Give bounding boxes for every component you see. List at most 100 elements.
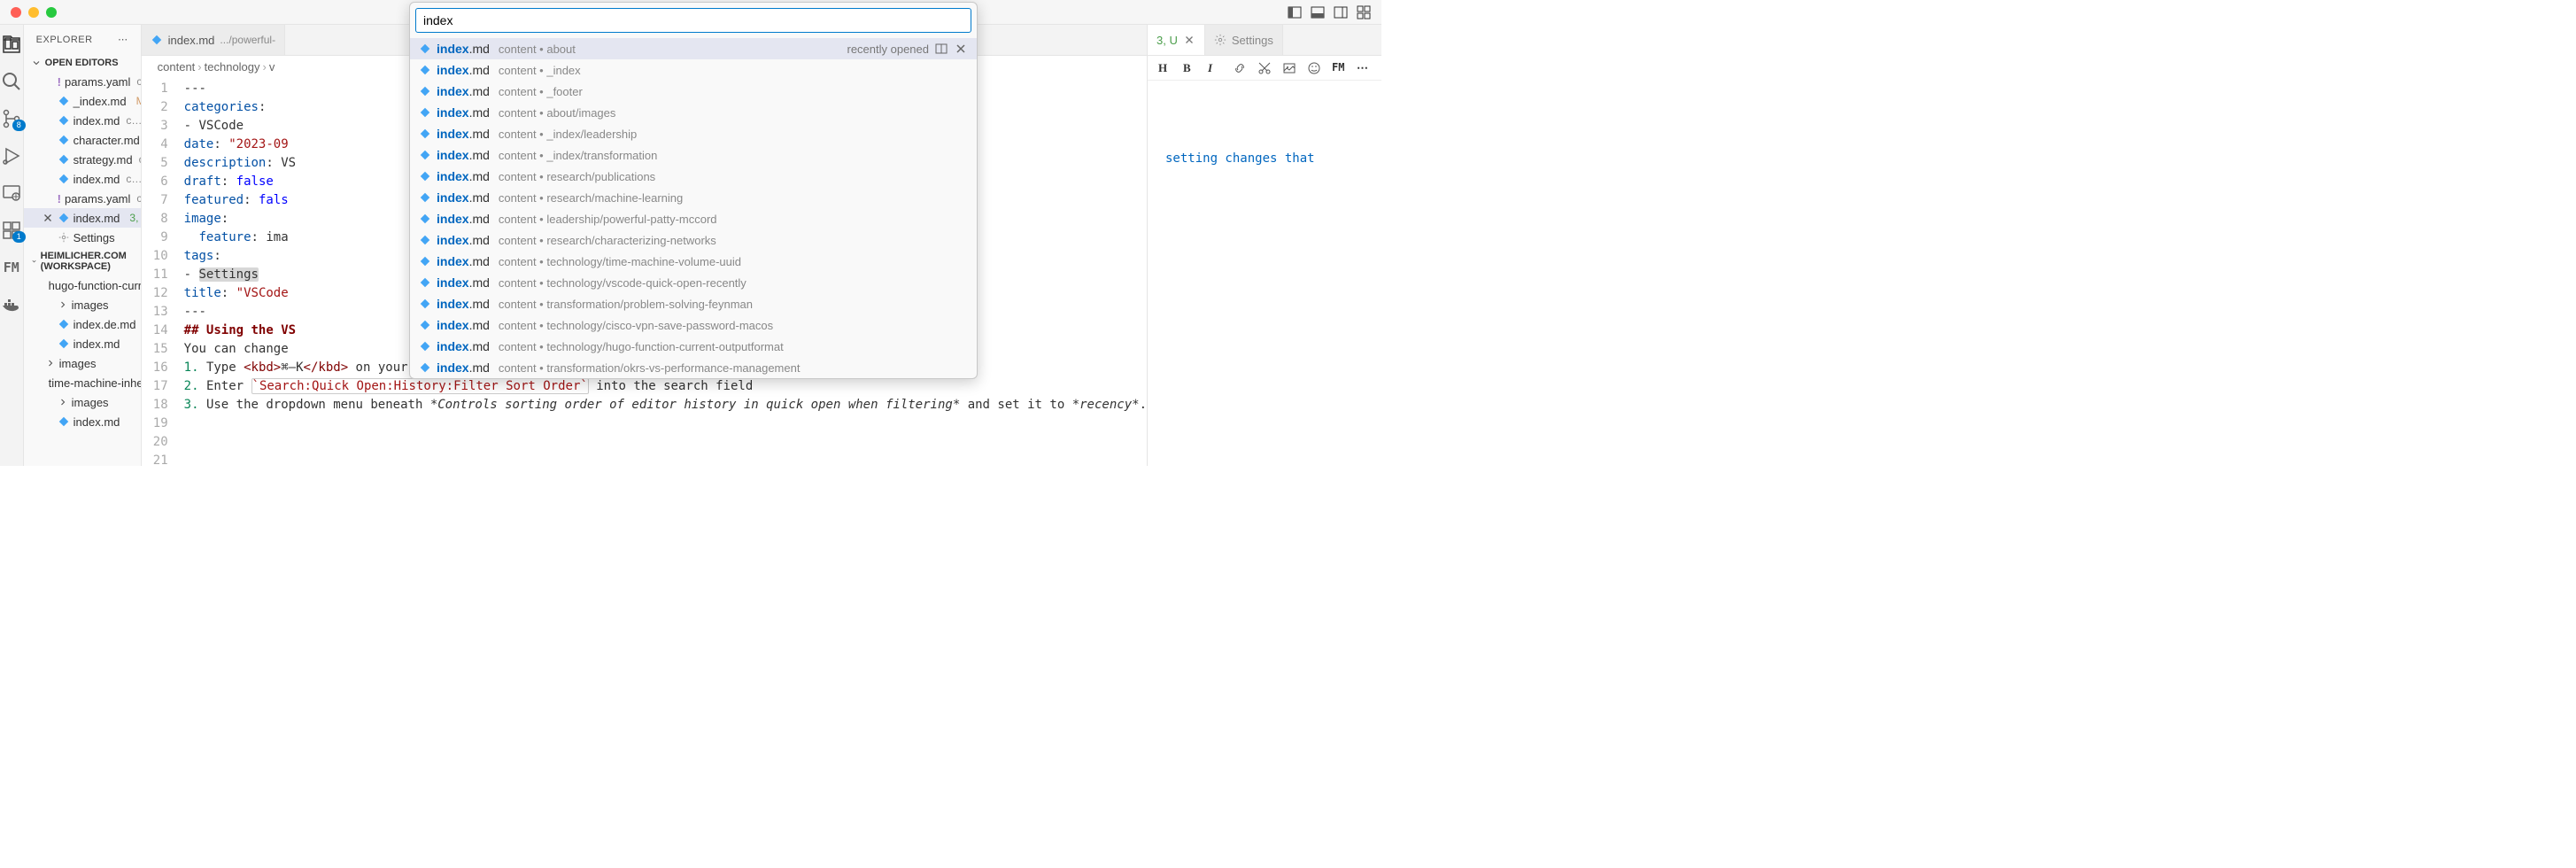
italic-icon[interactable]: I xyxy=(1208,61,1222,75)
file-name: params.yaml xyxy=(65,192,130,205)
file-name: params.yaml xyxy=(65,75,130,89)
heading-icon[interactable]: H xyxy=(1158,61,1172,75)
file-item[interactable]: index.de.md xyxy=(24,314,141,334)
open-editor-item[interactable]: ! params.yaml config • ... xyxy=(24,189,141,208)
preview-panel: 3, U Settings H B I FM ⋯ setting changes… xyxy=(1147,25,1381,466)
cut-icon[interactable] xyxy=(1257,61,1272,75)
activity-bar: 8 1 FM xyxy=(0,25,24,466)
more-actions-icon[interactable]: ⋯ xyxy=(118,34,128,45)
file-name: index.de.md xyxy=(73,318,136,331)
quick-open-path: content • leadership/powerful-patty-mcco… xyxy=(499,213,717,226)
workspace-label: HEIMLICHER.COM (WORKSPACE) xyxy=(41,251,134,272)
minimize-window-button[interactable] xyxy=(28,7,39,18)
file-name: character.md xyxy=(73,134,140,147)
workspace-header[interactable]: HEIMLICHER.COM (WORKSPACE) xyxy=(24,247,141,275)
folder-name: images xyxy=(72,298,109,312)
folder-item[interactable]: images xyxy=(24,392,141,412)
remote-activity-icon[interactable] xyxy=(1,182,22,204)
file-name: index.md xyxy=(73,114,120,128)
explorer-activity-icon[interactable] xyxy=(1,34,22,55)
file-path: config • t... xyxy=(136,75,140,88)
folder-item[interactable]: images xyxy=(24,353,141,373)
quick-open-item[interactable]: index.mdcontent • technology/hugo-functi… xyxy=(410,336,977,357)
extensions-activity-icon[interactable]: 1 xyxy=(1,220,22,241)
open-editor-item[interactable]: index.mdcontent • lea... xyxy=(24,169,141,189)
tab-filepath: .../powerful- xyxy=(220,34,275,46)
file-item[interactable]: index.md xyxy=(24,412,141,431)
quick-open-path: content • research/machine-learning xyxy=(499,191,683,205)
source-control-activity-icon[interactable]: 8 xyxy=(1,108,22,129)
markdown-file-icon xyxy=(419,319,431,331)
frontmatter-icon[interactable]: FM xyxy=(1332,61,1346,75)
run-debug-activity-icon[interactable] xyxy=(1,145,22,167)
open-editor-item[interactable]: character.mdcontent ... xyxy=(24,130,141,150)
quick-open-item[interactable]: index.mdcontent • leadership/powerful-pa… xyxy=(410,208,977,229)
quick-open-list: index.mdcontent • aboutrecently openedin… xyxy=(410,38,977,378)
quick-open-path: content • _footer xyxy=(499,85,583,98)
file-path: config • ... xyxy=(136,192,140,205)
tab-settings[interactable]: Settings xyxy=(1205,25,1283,55)
explorer-label: EXPLORER xyxy=(36,35,93,45)
open-editors-list: ! params.yaml config • t... _index.mdconte.… xyxy=(24,72,141,247)
folder-item[interactable]: images xyxy=(24,295,141,314)
quick-open-item[interactable]: index.mdcontent • technology/cisco-vpn-s… xyxy=(410,314,977,336)
markdown-file-icon xyxy=(419,191,431,204)
gear-icon xyxy=(1214,34,1226,46)
bold-icon[interactable]: B xyxy=(1183,61,1197,75)
more-icon[interactable]: ⋯ xyxy=(1357,61,1371,75)
search-activity-icon[interactable] xyxy=(1,71,22,92)
quick-open-input[interactable] xyxy=(415,8,971,33)
quick-open-item[interactable]: index.mdcontent • transformation/okrs-vs… xyxy=(410,357,977,378)
maximize-window-button[interactable] xyxy=(46,7,57,18)
quick-open-item[interactable]: index.mdcontent • _index xyxy=(410,59,977,81)
modified-dot-icon: ! xyxy=(58,192,61,205)
quick-open-path: content • transformation/okrs-vs-perform… xyxy=(499,361,801,375)
quick-open-item[interactable]: index.mdcontent • transformation/problem… xyxy=(410,293,977,314)
layout-panel-bottom-icon[interactable] xyxy=(1311,5,1325,19)
file-name: index.md xyxy=(73,337,120,351)
close-window-button[interactable] xyxy=(11,7,21,18)
open-editor-item[interactable]: !params.yamlconfig • t... xyxy=(24,72,141,91)
close-icon[interactable] xyxy=(1183,34,1195,46)
open-editor-item[interactable]: index.mdcontent • _in... xyxy=(24,111,141,130)
quick-open-item[interactable]: index.mdcontent • research/machine-learn… xyxy=(410,187,977,208)
link-icon[interactable] xyxy=(1233,61,1247,75)
emoji-icon[interactable] xyxy=(1307,61,1321,75)
quick-open-item[interactable]: index.mdcontent • aboutrecently opened xyxy=(410,38,977,59)
markdown-file-icon xyxy=(419,361,431,374)
file-item[interactable]: index.md xyxy=(24,334,141,353)
layout-sidebar-left-icon[interactable] xyxy=(1288,5,1302,19)
tab-index-md[interactable]: index.md .../powerful- xyxy=(142,25,285,55)
markdown-file-icon xyxy=(419,106,431,119)
quick-open-item[interactable]: index.mdcontent • research/characterizin… xyxy=(410,229,977,251)
open-editor-item[interactable]: _index.mdconte...M xyxy=(24,91,141,111)
open-editor-item[interactable]: strategy.mdcontent • ... xyxy=(24,150,141,169)
quick-open-item[interactable]: index.mdcontent • _footer xyxy=(410,81,977,102)
quick-open-item[interactable]: index.mdcontent • technology/time-machin… xyxy=(410,251,977,272)
quick-open-item[interactable]: index.mdcontent • technology/vscode-quic… xyxy=(410,272,977,293)
file-name: strategy.md xyxy=(73,153,133,167)
tab-preview-index-md[interactable]: 3, U xyxy=(1148,25,1205,55)
docker-activity-icon[interactable] xyxy=(1,294,22,315)
close-icon[interactable] xyxy=(42,212,54,224)
quick-open-item[interactable]: index.mdcontent • about/images xyxy=(410,102,977,123)
folder-item[interactable]: time-machine-inherit-b... xyxy=(24,373,141,392)
quick-open-item[interactable]: index.mdcontent • _index/transformation xyxy=(410,144,977,166)
split-editor-icon[interactable] xyxy=(934,42,948,56)
layout-sidebar-right-icon[interactable] xyxy=(1334,5,1348,19)
file-name: index.md xyxy=(73,415,120,429)
open-editor-item[interactable]: index.mdcont...3, U xyxy=(24,208,141,228)
customize-layout-icon[interactable] xyxy=(1357,5,1371,19)
settings-label: Settings xyxy=(1232,34,1273,47)
quick-open-item[interactable]: index.mdcontent • _index/leadership xyxy=(410,123,977,144)
folder-name: images xyxy=(59,357,97,370)
close-icon[interactable] xyxy=(954,42,968,56)
open-editors-header[interactable]: OPEN EDITORS xyxy=(24,54,141,72)
quick-open-path: content • research/publications xyxy=(499,170,655,183)
quick-open-item[interactable]: index.mdcontent • research/publications xyxy=(410,166,977,187)
image-icon[interactable] xyxy=(1282,61,1296,75)
quick-open-path: content • _index xyxy=(499,64,581,77)
open-editor-item[interactable]: Settings xyxy=(24,228,141,247)
frontmatter-activity-icon[interactable]: FM xyxy=(1,257,22,278)
folder-item[interactable]: hugo-function-current-... xyxy=(24,275,141,295)
